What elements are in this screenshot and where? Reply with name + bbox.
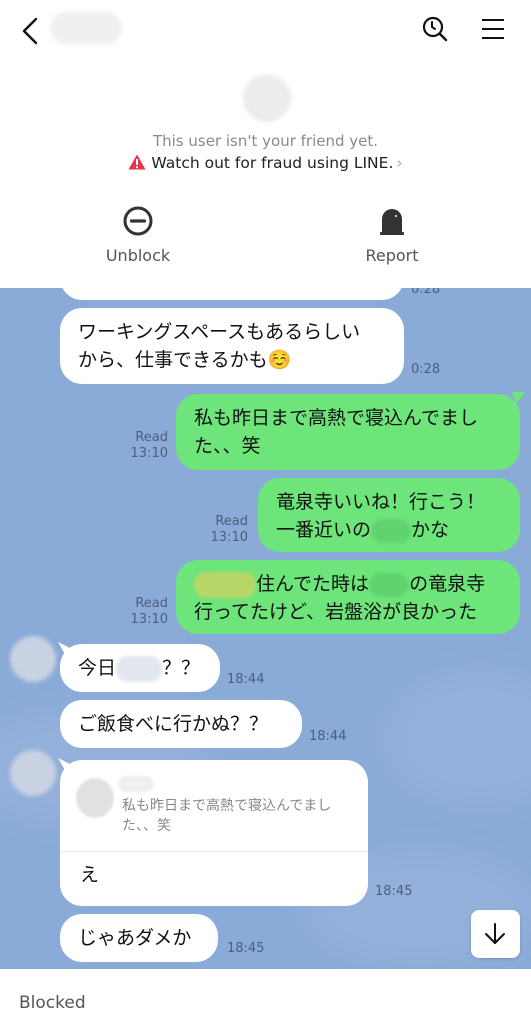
message-text: ？？ xyxy=(162,657,201,679)
message-bubble-outgoing[interactable]: 住んでた時は の竜泉寺 行ってたけど、岩盤浴が良かった xyxy=(176,560,520,634)
read-label: Read xyxy=(135,596,168,611)
profile-notice: This user isn't your friend yet. Watch o… xyxy=(0,62,531,192)
message-text: ご飯食べに行かぬ？？ xyxy=(78,713,269,735)
message-time: 18:45 xyxy=(227,941,265,956)
action-bar: Unblock Report xyxy=(0,192,531,288)
message-bubble-incoming[interactable]: ワーキングスペースもあるらしい から、仕事できるかも☺️ xyxy=(60,308,404,384)
sender-avatar[interactable] xyxy=(10,750,56,796)
message-bubble-incoming[interactable]: ご飯食べに行かぬ？？ xyxy=(60,700,302,748)
message-text: ワーキングスペースもあるらしい xyxy=(78,321,361,343)
message-time: 13:10 xyxy=(130,446,168,461)
message-text: え xyxy=(80,864,100,886)
message-time: 18:45 xyxy=(375,884,413,899)
blocked-status-text: Blocked xyxy=(19,993,86,1013)
report-label: Report xyxy=(365,246,419,265)
unblock-button[interactable]: Unblock xyxy=(58,204,218,265)
read-receipt: Read 13:10 xyxy=(120,430,168,462)
chevron-left-icon[interactable] xyxy=(18,14,44,48)
message-bubble-incoming[interactable] xyxy=(60,288,404,300)
redacted-text xyxy=(194,571,256,598)
message-text: の竜泉寺 xyxy=(409,573,486,595)
chevron-right-icon: › xyxy=(396,154,403,172)
hamburger-menu-icon[interactable] xyxy=(478,16,508,42)
chat-header xyxy=(0,0,531,62)
fraud-warning-link[interactable]: Watch out for fraud using LINE. › xyxy=(0,154,531,172)
not-friend-text: This user isn't your friend yet. xyxy=(152,132,379,150)
profile-avatar xyxy=(243,74,291,122)
message-text: 行ってたけど、岩盤浴が良かった xyxy=(194,601,478,623)
message-text: かな xyxy=(411,519,450,541)
arrow-down-icon xyxy=(485,923,505,944)
quoted-text-line: た、、笑 xyxy=(122,818,171,834)
message-time: 13:10 xyxy=(210,530,248,545)
redacted-text xyxy=(369,572,410,597)
blocked-footer: Blocked xyxy=(0,969,531,1024)
message-text: 一番近いの xyxy=(276,519,372,541)
message-time: 0:28 xyxy=(411,288,441,297)
quoted-sender-name xyxy=(118,776,154,792)
message-time: 0:28 xyxy=(411,362,441,377)
quoted-message[interactable]: 私も昨日まで高熱で寝込んでまし た、、笑 xyxy=(60,760,368,852)
message-bubble-incoming[interactable]: 今日 ？？ xyxy=(60,644,220,692)
read-receipt: Read 13:10 xyxy=(200,514,248,546)
chat-name-redacted xyxy=(50,12,122,44)
fraud-warning-text: Watch out for fraud using LINE. xyxy=(151,154,394,172)
message-text: から、仕事できるかも xyxy=(78,349,268,371)
bubble-tail xyxy=(512,392,526,404)
message-text: 私も昨日まで高熱で寝込んでまし xyxy=(194,407,479,429)
warning-triangle-icon xyxy=(128,154,146,170)
background-cloud xyxy=(380,668,531,808)
reply-message-bubble[interactable]: 私も昨日まで高熱で寝込んでまし た、、笑 え xyxy=(60,760,368,906)
redacted-text xyxy=(116,655,163,682)
quoted-avatar xyxy=(76,778,114,818)
quoted-text-line: 私も昨日まで高熱で寝込んでまし xyxy=(122,798,332,814)
search-history-icon[interactable] xyxy=(420,14,450,44)
message-text: じゃあダメか xyxy=(78,927,192,949)
siren-icon xyxy=(380,209,404,235)
sender-avatar[interactable] xyxy=(10,636,56,682)
quoted-text: 私も昨日まで高熱で寝込んでまし た、、笑 xyxy=(122,796,362,836)
minus-circle-icon xyxy=(123,206,153,236)
message-text: 今日 xyxy=(78,657,117,679)
chat-area[interactable]: 0:28 ワーキングスペースもあるらしい から、仕事できるかも☺️ 0:28 私… xyxy=(0,288,531,969)
report-button[interactable]: Report xyxy=(312,204,472,265)
message-text: 住んでた時は xyxy=(256,573,370,595)
message-bubble-outgoing[interactable]: 竜泉寺いいね！行こう！ 一番近いの かな xyxy=(258,478,520,552)
read-receipt: Read 13:10 xyxy=(120,596,168,628)
message-time: 18:44 xyxy=(227,672,265,687)
unblock-label: Unblock xyxy=(105,246,171,265)
read-label: Read xyxy=(215,514,248,529)
message-time: 18:44 xyxy=(309,729,347,744)
read-label: Read xyxy=(135,430,168,445)
scroll-to-bottom-button[interactable] xyxy=(471,910,520,958)
message-bubble-outgoing[interactable]: 私も昨日まで高熱で寝込んでまし た、、笑 xyxy=(176,394,520,470)
message-time: 13:10 xyxy=(130,612,168,627)
message-bubble-incoming[interactable]: じゃあダメか xyxy=(60,914,218,962)
message-text: 竜泉寺いいね！行こう！ xyxy=(276,491,486,513)
message-text: た、、笑 xyxy=(194,435,261,457)
redacted-text xyxy=(371,518,412,543)
smiling-face-emoji: ☺️ xyxy=(267,349,292,371)
